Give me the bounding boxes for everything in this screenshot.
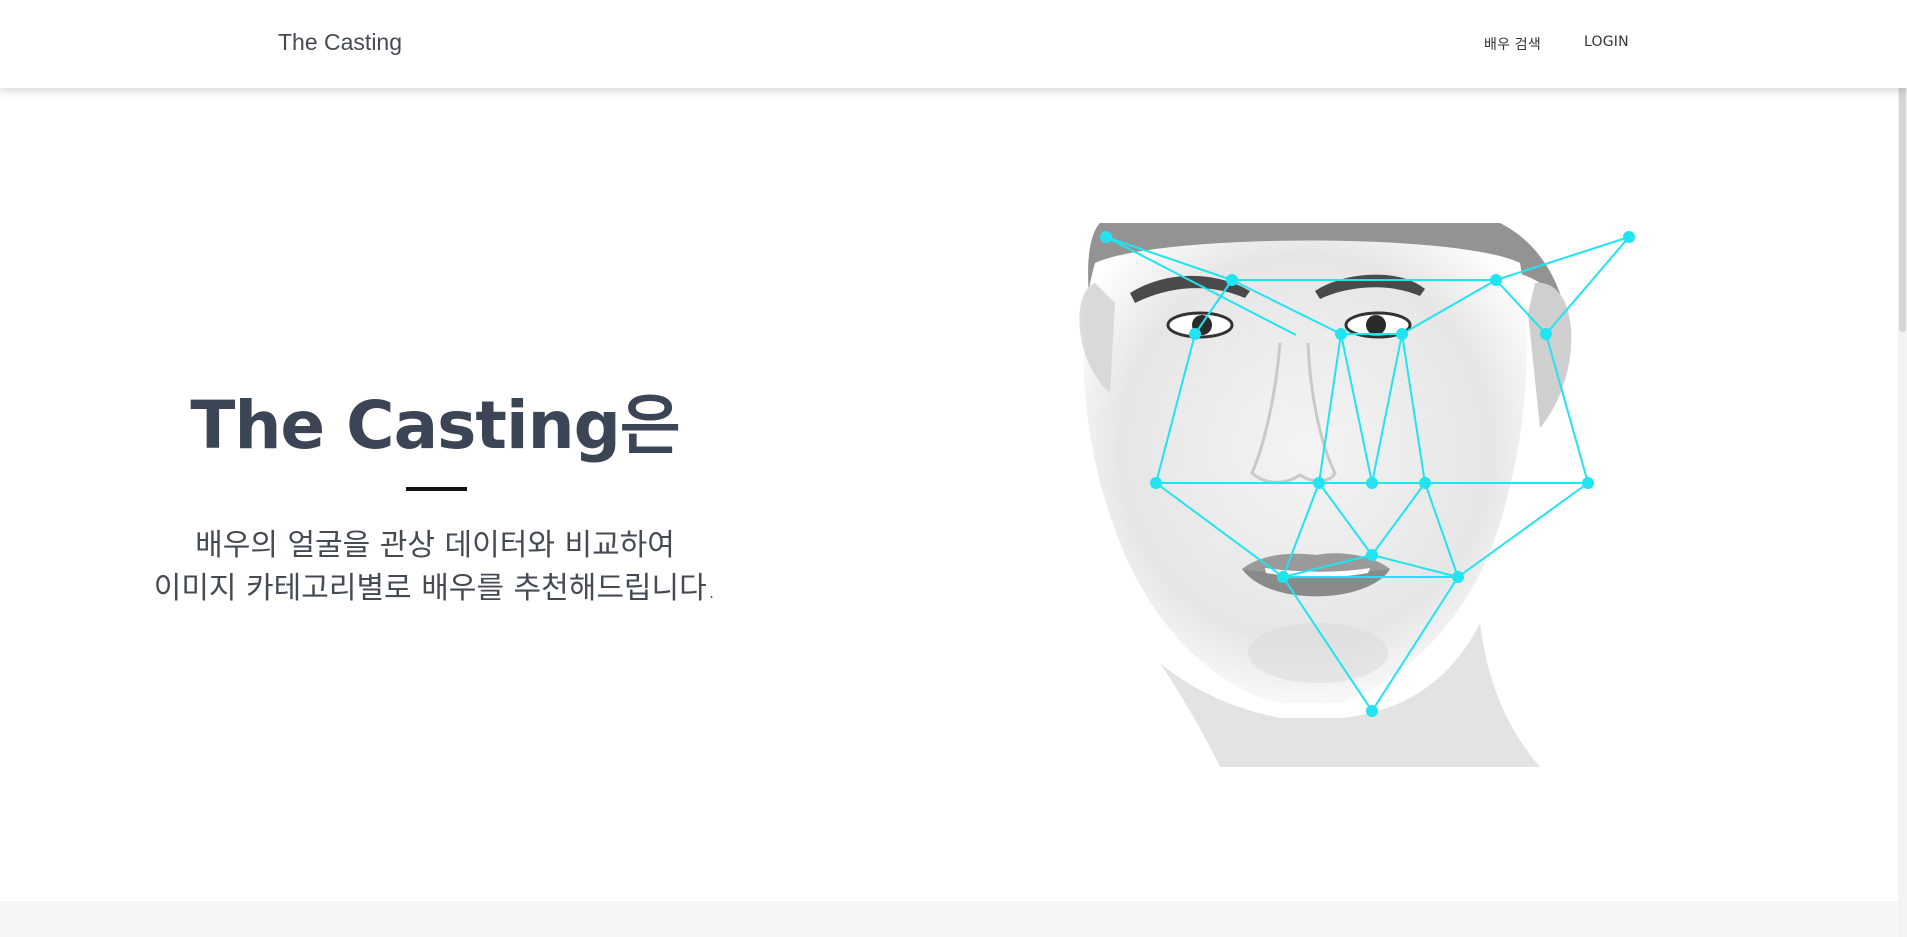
page-scrollbar[interactable] xyxy=(1898,0,1907,937)
hero-divider xyxy=(406,487,467,491)
next-section-band xyxy=(0,901,1898,937)
hero-description-line-1: 배우의 얼굴을 관상 데이터와 비교하여 xyxy=(195,528,675,563)
hero-description-line-2: 이미지 카테고리별로 배우를 추천해드립니다. xyxy=(153,571,717,606)
nav-actor-search-link[interactable]: 배우 검색 xyxy=(1484,34,1541,54)
brand-logo-link[interactable]: The Casting xyxy=(278,29,402,56)
face-landmark-image xyxy=(980,223,1780,767)
top-navbar: The Casting 배우 검색 LOGIN xyxy=(0,0,1907,88)
hero-description: 배우의 얼굴을 관상 데이터와 비교하여 이미지 카테고리별로 배우를 추천해드… xyxy=(90,524,780,610)
hero-title: The Casting은 xyxy=(190,387,680,464)
nav-login-link[interactable]: LOGIN xyxy=(1584,34,1629,50)
